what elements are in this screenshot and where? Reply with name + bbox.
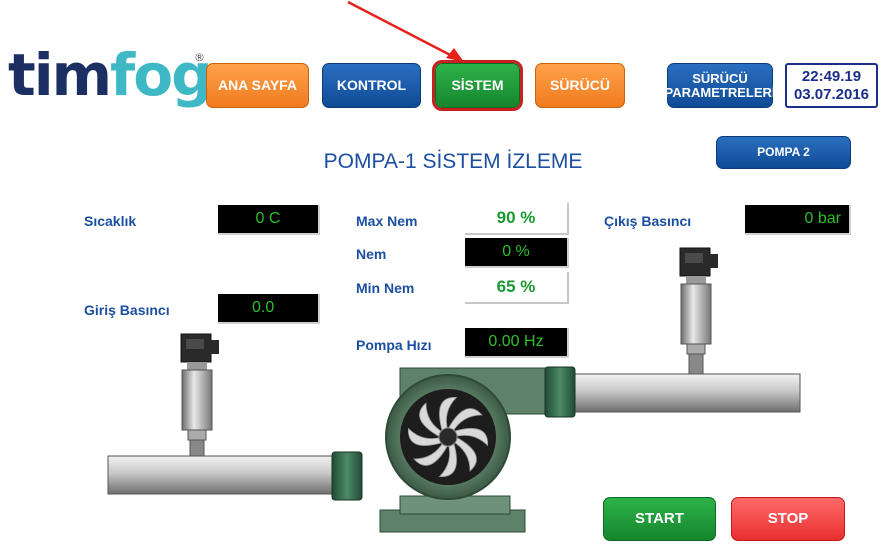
outlet-pressure-display: 0 bar <box>745 205 851 235</box>
temperature-label: Sıcaklık <box>84 213 137 229</box>
screen: timfog ® ANA SAYFA KONTROL SİSTEM SÜRÜCÜ… <box>0 0 883 545</box>
humidity-label: Nem <box>356 246 387 262</box>
inlet-pressure-label: Giriş Basıncı <box>84 302 170 318</box>
pump-speed-label: Pompa Hızı <box>356 337 432 353</box>
humidity-display: 0 % <box>465 238 569 268</box>
max-humidity-label: Max Nem <box>356 213 418 229</box>
min-humidity-label: Min Nem <box>356 280 415 296</box>
max-humidity-input[interactable]: 90 % <box>465 203 569 235</box>
inlet-pressure-display: 0.0 <box>218 294 320 324</box>
min-humidity-input[interactable]: 65 % <box>465 272 569 304</box>
inlet-pipe <box>107 455 349 495</box>
pressure-transmitter-icon-outlet <box>679 247 718 375</box>
outlet-pressure-label: Çıkış Basıncı <box>604 213 692 229</box>
pump-speed-display: 0.00 Hz <box>465 328 569 358</box>
pump-diagram <box>107 247 801 533</box>
stop-button[interactable]: STOP <box>731 497 845 541</box>
temperature-display: 0 C <box>218 205 320 235</box>
outlet-pipe <box>559 373 801 413</box>
pressure-transmitter-icon <box>180 333 219 457</box>
start-button[interactable]: START <box>603 497 716 541</box>
